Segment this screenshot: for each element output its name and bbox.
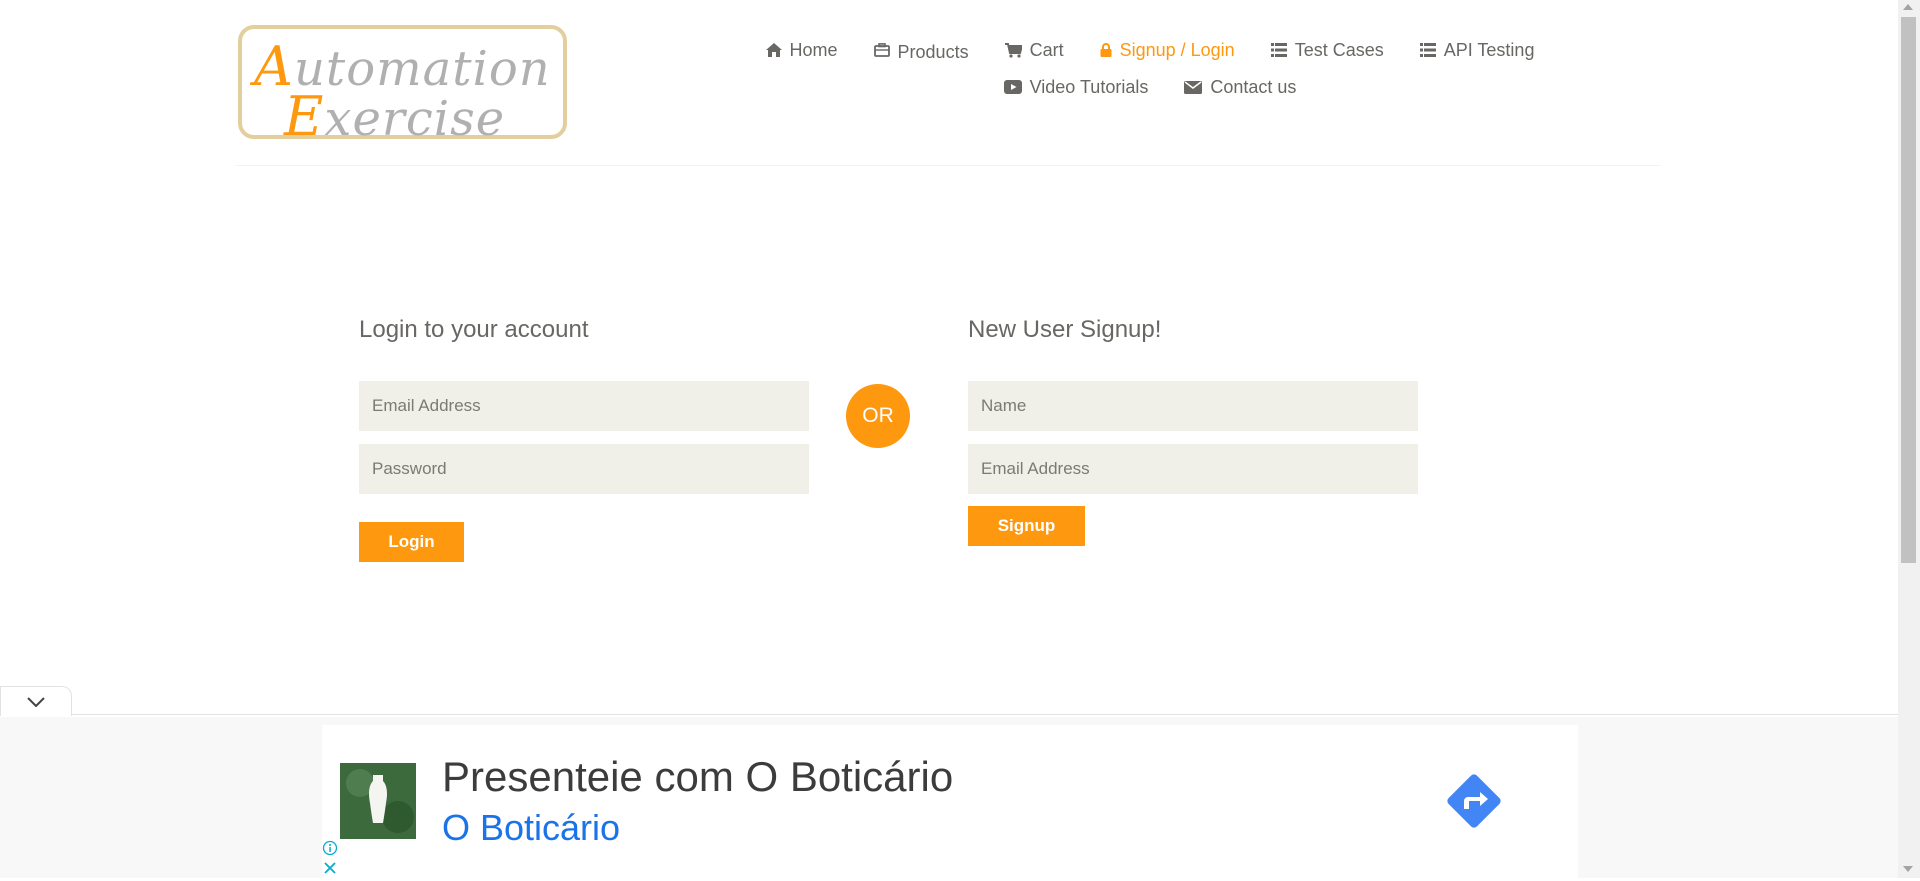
ad-directions-button[interactable] <box>1442 769 1506 838</box>
ad-product-image <box>340 763 416 839</box>
login-button[interactable]: Login <box>359 522 464 562</box>
cart-icon <box>1004 42 1022 58</box>
ad-advertiser-link[interactable]: O Boticário <box>442 807 620 849</box>
nav-test-cases[interactable]: Test Cases <box>1270 36 1384 64</box>
login-password-field[interactable] <box>359 444 809 494</box>
nav-home[interactable]: Home <box>765 36 838 64</box>
youtube-play-icon <box>1003 80 1022 94</box>
ad-banner[interactable]: Presenteie com O Boticário O Boticário <box>322 725 1578 878</box>
ad-close-icon[interactable] <box>322 860 338 876</box>
header-divider <box>236 165 1660 166</box>
signup-name-field[interactable] <box>968 381 1418 431</box>
lock-icon <box>1100 43 1112 57</box>
nav-contact-us[interactable]: Contact us <box>1184 73 1296 101</box>
scrollbar-thumb[interactable] <box>1901 17 1916 563</box>
briefcase-icon <box>873 43 890 57</box>
envelope-icon <box>1184 81 1203 94</box>
nav-cart[interactable]: Cart <box>1004 36 1064 64</box>
chevron-down-icon <box>27 696 45 707</box>
scroll-down-arrow[interactable] <box>1903 866 1913 872</box>
nav-products[interactable]: Products <box>873 36 969 64</box>
signup-button[interactable]: Signup <box>968 506 1085 546</box>
list-icon <box>1270 43 1287 57</box>
scroll-up-arrow[interactable] <box>1903 4 1913 10</box>
login-title: Login to your account <box>359 316 589 343</box>
login-email-field[interactable] <box>359 381 809 431</box>
ad-divider <box>0 714 1898 715</box>
site-logo[interactable]: Automation Exercise <box>238 25 567 148</box>
list-icon <box>1419 43 1436 57</box>
home-icon <box>765 43 782 57</box>
directions-icon <box>1447 774 1501 828</box>
nav-signup-login[interactable]: Signup / Login <box>1100 36 1235 64</box>
ad-collapse-tab[interactable] <box>0 686 72 716</box>
nav-video-tutorials[interactable]: Video Tutorials <box>1003 73 1148 101</box>
main-nav: Home Products Cart Signup / Login Test C… <box>700 36 1600 101</box>
site-header: Automation Exercise Home Products Cart S… <box>0 0 1898 166</box>
ad-title[interactable]: Presenteie com O Boticário <box>442 753 953 801</box>
nav-api-testing[interactable]: API Testing <box>1419 36 1534 64</box>
signup-email-field[interactable] <box>968 444 1418 494</box>
signup-title: New User Signup! <box>968 316 1162 343</box>
ad-info-icon[interactable] <box>322 840 338 856</box>
or-badge: OR <box>846 384 910 448</box>
